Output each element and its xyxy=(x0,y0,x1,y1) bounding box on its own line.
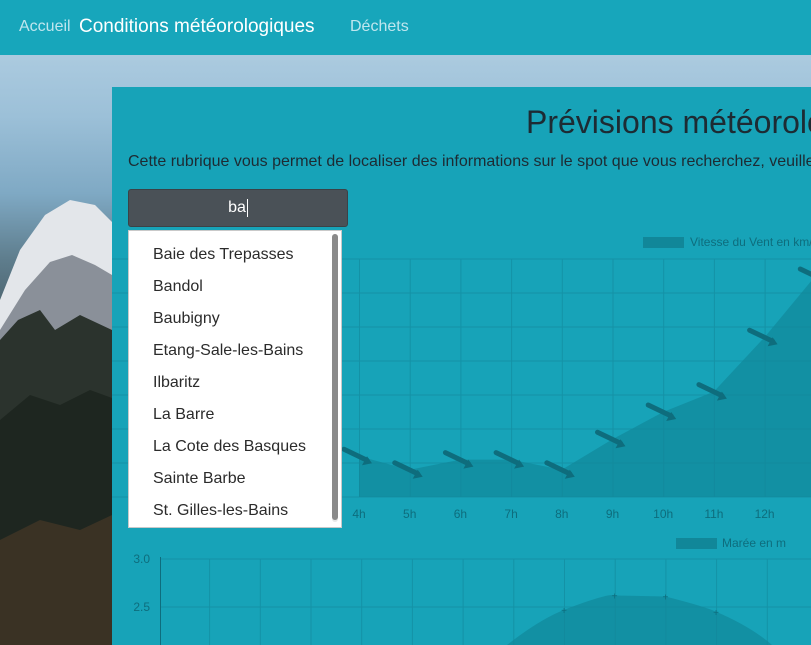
legend-swatch xyxy=(676,538,717,549)
suggestion-list: Baie des Trepasses Bandol Baubigny Etang-Sa… xyxy=(129,231,341,527)
suggestion-item[interactable]: Baie des Trepasses xyxy=(129,239,341,271)
y-tick-label: 2.5 xyxy=(133,600,150,614)
top-navbar: Accueil Conditions météorologiques Déche… xyxy=(0,0,811,55)
tide-point: + xyxy=(713,608,719,619)
suggestion-item[interactable]: St. Gilles-les-Bains xyxy=(129,495,341,527)
tide-area xyxy=(507,595,772,645)
scrollbar-thumb[interactable] xyxy=(332,234,338,520)
tide-point: + xyxy=(612,591,618,602)
y-tick-label: 3.0 xyxy=(133,552,150,566)
nav-weather-link[interactable]: Conditions météorologiques xyxy=(79,16,315,38)
suggestion-item[interactable]: Sainte Barbe xyxy=(129,463,341,495)
suggestion-item[interactable]: Ilbaritz xyxy=(129,367,341,399)
spot-search-input[interactable]: ba xyxy=(128,189,348,227)
wind-arrow xyxy=(797,266,811,277)
x-tick-label: 7h xyxy=(504,507,517,521)
legend-label: Marée en m xyxy=(722,536,786,550)
x-tick-label: 9h xyxy=(606,507,619,521)
nav-home-link[interactable]: Accueil xyxy=(19,18,71,36)
wind-arrow xyxy=(341,446,370,463)
dropdown-scrollbar[interactable] xyxy=(332,234,338,522)
suggestion-item[interactable]: Baubigny xyxy=(129,303,341,335)
tide-point: + xyxy=(662,592,668,603)
suggestion-item[interactable]: Bandol xyxy=(129,271,341,303)
legend-swatch xyxy=(643,237,684,248)
suggestion-item[interactable]: La Barre xyxy=(129,399,341,431)
tide-chart: + + + +3.0 2.5 Marée en m xyxy=(133,536,811,645)
autocomplete-dropdown: Baie des Trepasses Bandol Baubigny Etang-Sa… xyxy=(128,230,342,528)
legend-label: Vitesse du Vent en km/h xyxy=(690,235,811,249)
x-tick-label: 8h xyxy=(555,507,568,521)
x-tick-label: 10h xyxy=(653,507,673,521)
suggestion-item[interactable]: La Cote des Basques xyxy=(129,431,341,463)
nav-waste-link[interactable]: Déchets xyxy=(350,18,409,36)
x-tick-label: 5h xyxy=(403,507,416,521)
wind-area xyxy=(359,281,811,497)
x-tick-label: 12h xyxy=(755,507,775,521)
x-tick-label: 4h xyxy=(352,507,365,521)
x-tick-label: 11h xyxy=(704,507,723,521)
search-value: ba xyxy=(228,199,246,216)
x-tick-label: 6h xyxy=(454,507,467,521)
text-caret xyxy=(246,198,248,217)
suggestion-item[interactable]: Etang-Sale-les-Bains xyxy=(129,335,341,367)
tide-point: + xyxy=(561,606,567,617)
